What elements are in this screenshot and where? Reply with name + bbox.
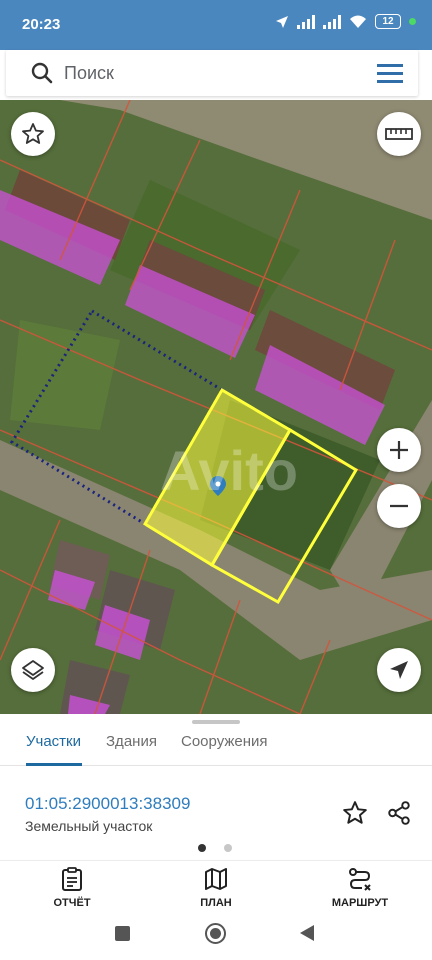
plus-icon [390, 441, 408, 459]
menu-icon[interactable] [376, 62, 404, 84]
home-circle-icon [210, 928, 221, 939]
sheet-drag-handle[interactable] [192, 720, 240, 724]
back-button[interactable] [300, 925, 314, 941]
map-view[interactable]: Avito [0, 100, 432, 714]
page-dot[interactable] [224, 844, 232, 852]
layers-button[interactable] [11, 648, 55, 692]
favorite-button[interactable] [11, 112, 55, 156]
notification-dot [409, 18, 416, 25]
nav-plan-label: ПЛАН [200, 897, 232, 909]
home-button[interactable] [205, 923, 226, 944]
star-outline-icon [22, 123, 44, 144]
minus-icon [390, 504, 408, 508]
map-icon [205, 868, 227, 890]
ruler-icon [385, 128, 413, 140]
layers-icon [22, 660, 44, 680]
signal-icon-2 [323, 14, 341, 29]
tab-parcels[interactable]: Участки [26, 733, 81, 750]
favorite-star-icon[interactable] [342, 800, 368, 826]
zoom-out-button[interactable] [377, 484, 421, 528]
nav-report[interactable]: ОТЧЁТ [17, 867, 127, 909]
search-input[interactable]: Поиск [64, 63, 114, 84]
ruler-button[interactable] [377, 112, 421, 156]
system-navigation-bar [0, 914, 432, 960]
location-arrow-icon [276, 15, 288, 28]
map-watermark: Avito [160, 439, 298, 502]
tab-buildings[interactable]: Здания [106, 733, 157, 750]
signal-icon [297, 14, 315, 29]
zoom-in-button[interactable] [377, 428, 421, 472]
satellite-map[interactable]: Avito [0, 100, 432, 714]
recent-apps-button[interactable] [115, 926, 130, 941]
tab-structures[interactable]: Сооружения [181, 733, 268, 750]
nav-route[interactable]: МАРШРУТ [305, 867, 415, 909]
share-icon[interactable] [386, 800, 412, 826]
nav-report-label: ОТЧЁТ [53, 897, 91, 909]
battery-icon: 12 [375, 14, 401, 29]
status-time: 20:23 [22, 16, 61, 33]
active-tab-indicator [26, 763, 82, 766]
category-tabs: Участки Здания Сооружения [0, 726, 432, 766]
parcel-type-label: Земельный участок [25, 818, 153, 834]
my-location-button[interactable] [377, 648, 421, 692]
parcel-sheet: Участки Здания Сооружения 01:05:2900013:… [0, 714, 432, 860]
search-icon[interactable] [30, 61, 54, 85]
navigation-arrow-icon [390, 661, 408, 679]
page-indicator [198, 844, 232, 852]
clipboard-icon [62, 867, 82, 891]
wifi-icon [350, 15, 366, 28]
status-bar: 20:23 12 [0, 0, 432, 50]
nav-route-label: МАРШРУТ [331, 897, 389, 909]
bottom-navigation: ОТЧЁТ ПЛАН МАРШРУТ [0, 860, 432, 914]
page-dot-active [198, 844, 206, 852]
cadastral-number-link[interactable]: 01:05:2900013:38309 [25, 794, 190, 814]
route-icon [349, 868, 371, 891]
nav-plan[interactable]: ПЛАН [161, 867, 271, 909]
search-bar[interactable]: Поиск [6, 50, 418, 96]
status-icons: 12 [275, 14, 416, 29]
